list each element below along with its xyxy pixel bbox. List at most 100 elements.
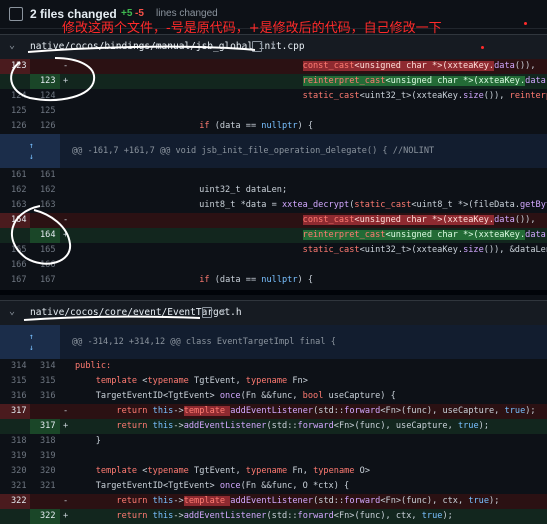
old-line-number[interactable]: 319	[0, 449, 30, 464]
file-tree-toggle-icon[interactable]	[9, 7, 23, 21]
new-line-number[interactable]: 167	[30, 273, 60, 288]
annotation-dot	[481, 46, 484, 49]
code-token: ->	[173, 511, 184, 521]
new-line-number[interactable]: 163	[30, 198, 60, 213]
code-token: <	[137, 376, 148, 386]
new-line-number[interactable]: 161	[30, 168, 60, 183]
code-token: (std::	[266, 511, 298, 521]
code-text: static_cast<uint32_t>(xxteaKey.size()), …	[75, 243, 547, 258]
new-line-number[interactable]: 166	[30, 258, 60, 273]
new-line-number[interactable]: 125	[30, 104, 60, 119]
old-line-number[interactable]: 164	[0, 213, 30, 228]
old-line-number[interactable]: 163	[0, 198, 30, 213]
hunk-header: ↑ ↓ @@ -314,12 +314,12 @@ class EventTarge…	[0, 325, 547, 359]
old-line-number[interactable]: 314	[0, 359, 30, 374]
code-token: <uint32_t>(xxteaKey.	[359, 245, 464, 255]
code-token: if	[199, 121, 210, 131]
code-token: ->	[173, 421, 184, 431]
new-line-number[interactable]: 317	[30, 419, 60, 434]
code-token: data	[494, 61, 515, 71]
new-line-number[interactable]: 321	[30, 479, 60, 494]
expand-down-icon[interactable]: ↓	[29, 152, 34, 162]
code-token: Fn,	[287, 466, 314, 476]
copy-path-icon[interactable]	[252, 41, 262, 52]
new-line-number[interactable]: 162	[30, 183, 60, 198]
old-line-number[interactable]: 322	[0, 494, 30, 509]
collapse-chevron-icon[interactable]: ⌄	[9, 306, 15, 317]
new-line-number[interactable]: 126	[30, 119, 60, 134]
expand-lines-button[interactable]: ↑ ↓	[0, 325, 60, 359]
code-token: template	[95, 376, 138, 386]
diff-sign: +	[63, 76, 69, 86]
expand-lines-button[interactable]: ↑ ↓	[0, 134, 60, 168]
copy-path-icon[interactable]	[202, 307, 212, 318]
code-token: <unsigned char *>(xxteaKey.	[385, 230, 526, 240]
diff-sign: +	[63, 230, 69, 240]
old-line-number[interactable]: 162	[0, 183, 30, 198]
code-text: template <typename TgtEvent, typename Fn…	[75, 464, 547, 479]
old-line-number[interactable]: 165	[0, 243, 30, 258]
old-line-number[interactable]: 125	[0, 104, 30, 119]
code-token: <unsigned char *>(xxteaKey.	[385, 76, 526, 86]
old-line-number[interactable]: 167	[0, 273, 30, 288]
old-line-number[interactable]: 124	[0, 89, 30, 104]
new-line-number[interactable]: 164	[30, 228, 60, 243]
code-token: typename	[245, 466, 288, 476]
new-line-number[interactable]: 314	[30, 359, 60, 374]
expand-up-icon[interactable]: ↑	[29, 332, 34, 342]
code-token: reinterpret_cast	[302, 76, 386, 86]
code-token: const_cast	[302, 215, 355, 225]
old-line-number[interactable]: 161	[0, 168, 30, 183]
context-line: 163 163 uint8_t *data = xxtea_decrypt(sta…	[0, 198, 547, 213]
code-token: this	[152, 406, 174, 416]
collapse-chevron-icon[interactable]: ⌄	[9, 40, 15, 51]
old-line-number[interactable]: 126	[0, 119, 30, 134]
new-line-number[interactable]: 123	[30, 74, 60, 89]
code-text: }	[75, 434, 547, 449]
deleted-line: 317 - return this->template addEventListe…	[0, 404, 547, 419]
old-line-number[interactable]: 321	[0, 479, 30, 494]
code-token: <uint32_t>(xxteaKey.	[359, 91, 464, 101]
code-token: );	[478, 421, 490, 431]
expand-up-icon[interactable]: ↑	[29, 141, 34, 151]
new-line-number[interactable]: 315	[30, 374, 60, 389]
code-token: this	[152, 421, 174, 431]
old-line-number[interactable]: 320	[0, 464, 30, 479]
code-token: <	[137, 466, 148, 476]
expand-all-icon[interactable]: ↕	[270, 39, 277, 52]
new-line-number[interactable]: 320	[30, 464, 60, 479]
code-token: uint8_t *data =	[75, 200, 282, 210]
old-line-number[interactable]: 316	[0, 389, 30, 404]
old-line-number[interactable]: 317	[0, 404, 30, 419]
code-token: TgtEvent,	[188, 376, 246, 386]
code-token: ()), &dataLen);	[483, 245, 547, 255]
code-token: addEventListener	[183, 511, 267, 521]
code-token: once	[219, 481, 241, 491]
old-line-number[interactable]: 318	[0, 434, 30, 449]
code-token: (std::	[266, 421, 298, 431]
expand-down-icon[interactable]: ↓	[29, 343, 34, 353]
code-token: this	[152, 496, 174, 506]
new-line-number[interactable]: 124	[30, 89, 60, 104]
expand-all-icon[interactable]: ↕	[220, 305, 227, 318]
diff-sign: -	[63, 406, 69, 416]
context-line: 165 165 static_cast<uint32_t>(xxteaKey.si…	[0, 243, 547, 258]
old-line-number[interactable]: 166	[0, 258, 30, 273]
old-line-number[interactable]: 315	[0, 374, 30, 389]
file-header: ⌄ native/cocos/bindings/manual/jsb_globa…	[0, 34, 547, 60]
new-line-number[interactable]: 319	[30, 449, 60, 464]
old-line-number[interactable]: 123	[0, 59, 30, 74]
new-line-number[interactable]: 316	[30, 389, 60, 404]
file-path[interactable]: native/cocos/bindings/manual/jsb_global_…	[30, 41, 305, 52]
new-line-number[interactable]: 318	[30, 434, 60, 449]
context-line: 319 319	[0, 449, 547, 464]
file-header: ⌄ native/cocos/core/event/EventTarget.h …	[0, 300, 547, 326]
code-text: reinterpret_cast<unsigned char *>(xxteaK…	[75, 228, 547, 243]
new-line-number[interactable]: 322	[30, 509, 60, 524]
diff-sign: -	[63, 61, 69, 71]
new-line-number[interactable]: 165	[30, 243, 60, 258]
code-token: data	[525, 76, 546, 86]
